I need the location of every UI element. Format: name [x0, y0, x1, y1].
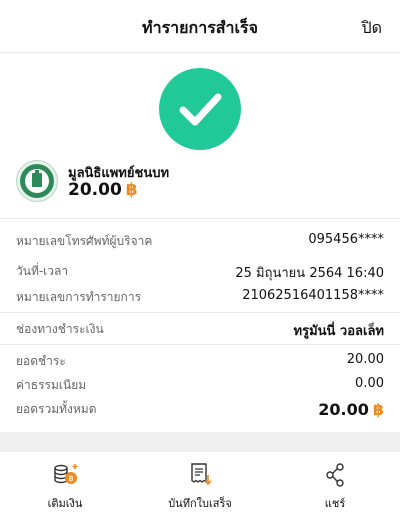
section-separator-band	[0, 432, 400, 452]
share-icon	[275, 462, 395, 488]
section-divider	[0, 344, 400, 345]
merchant-amount: 20.00 ฿	[68, 180, 138, 200]
page-title: ทำรายการสำเร็จ	[142, 18, 258, 37]
svg-text:฿: ฿	[68, 474, 73, 483]
detail-label: ค่าธรรมเนียม	[16, 378, 87, 392]
merchant-amount-value: 20.00	[68, 180, 122, 200]
detail-row-total: ยอดรวมทั้งหมด 20.00 ฿	[16, 400, 384, 420]
detail-label: หมายเลขโทรศัพท์ผู้บริจาค	[16, 234, 153, 248]
detail-value: ทรูมันนี่ วอลเล็ท	[293, 324, 384, 339]
detail-row-phone: หมายเลขโทรศัพท์ผู้บริจาค 095456****	[16, 232, 384, 252]
detail-label: ช่องทางชำระเงิน	[16, 322, 104, 336]
total-amount-value: 20.00	[318, 400, 369, 419]
section-divider	[0, 312, 400, 313]
share-button[interactable]: แชร์	[275, 462, 395, 512]
merchant-currency-symbol: ฿	[125, 180, 138, 200]
section-divider	[0, 218, 400, 219]
save-receipt-label: บันทึกใบเสร็จ	[168, 497, 232, 510]
merchant-logo-icon	[16, 160, 58, 202]
close-button[interactable]: ปิด	[361, 16, 382, 41]
detail-label: หมายเลขการทำรายการ	[16, 290, 142, 304]
detail-row-payment-channel: ช่องทางชำระเงิน ทรูมันนี่ วอลเล็ท	[16, 320, 384, 340]
bottom-action-bar: ฿ เติมเงิน บันทึกใบเสร็จ แชร์	[0, 452, 400, 520]
detail-row-fee: ค่าธรรมเนียม 0.00	[16, 376, 384, 396]
detail-row-datetime: วันที่-เวลา 25 มิถุนายน 2564 16:40	[16, 262, 384, 282]
share-label: แชร์	[324, 497, 346, 510]
detail-label: วันที่-เวลา	[16, 264, 69, 278]
save-receipt-button[interactable]: บันทึกใบเสร็จ	[140, 462, 260, 512]
merchant-summary: มูลนิธิแพทย์ชนบท 20.00 ฿	[16, 160, 386, 204]
detail-value: 25 มิถุนายน 2564 16:40	[235, 266, 384, 281]
detail-value: 095456****	[308, 232, 384, 247]
detail-row-payment-amount: ยอดชำระ 20.00	[16, 352, 384, 372]
save-receipt-icon	[140, 462, 260, 488]
detail-label: ยอดรวมทั้งหมด	[16, 402, 97, 416]
topup-button[interactable]: ฿ เติมเงิน	[5, 462, 125, 512]
detail-value: 20.00	[346, 352, 384, 367]
detail-label: ยอดชำระ	[16, 354, 66, 368]
topup-label: เติมเงิน	[47, 497, 83, 510]
topup-coins-icon: ฿	[5, 462, 125, 488]
success-check-icon	[159, 68, 241, 150]
detail-value: 21062516401158****	[242, 288, 384, 303]
detail-row-transaction-id: หมายเลขการทำรายการ 21062516401158****	[16, 288, 384, 308]
detail-value: 0.00	[355, 376, 384, 391]
header-bar: ทำรายการสำเร็จ ปิด	[0, 0, 400, 53]
total-currency-symbol: ฿	[372, 400, 384, 419]
total-amount: 20.00 ฿	[318, 400, 384, 419]
